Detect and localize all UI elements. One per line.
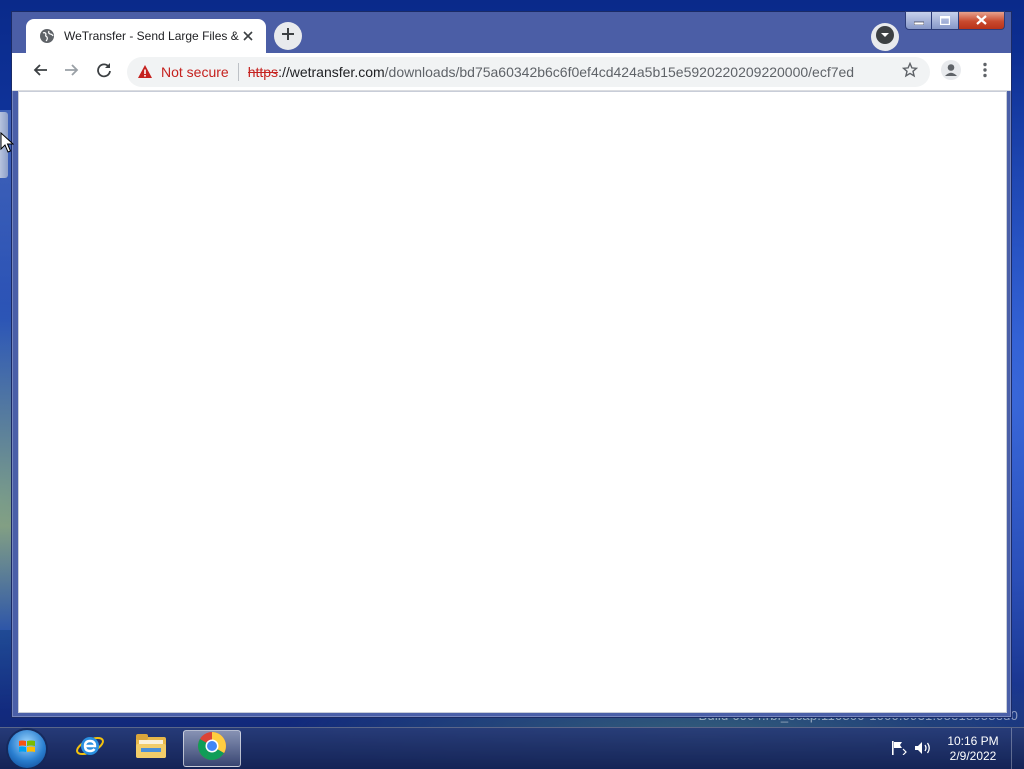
taskbar-internet-explorer[interactable] xyxy=(61,730,119,767)
omnibox-divider xyxy=(237,63,239,81)
mouse-cursor-icon xyxy=(0,132,14,153)
back-button[interactable] xyxy=(26,58,54,86)
warning-icon[interactable] xyxy=(137,64,153,80)
system-clock[interactable]: 10:16 PM 2/9/2022 xyxy=(940,734,1006,764)
account-icon xyxy=(940,59,962,86)
show-desktop-button[interactable] xyxy=(1011,728,1024,769)
url-text[interactable]: https://wetransfer.com/downloads/bd75a60… xyxy=(248,64,930,80)
minimize-icon xyxy=(913,12,924,30)
taskbar-windows-explorer[interactable] xyxy=(122,730,180,767)
security-status-label[interactable]: Not secure xyxy=(161,64,229,80)
window-close-icon xyxy=(976,12,987,30)
window-caption-buttons xyxy=(905,11,1005,31)
tab-title: WeTransfer - Send Large Files & xyxy=(64,29,239,43)
page-content[interactable] xyxy=(18,91,1007,713)
forward-button[interactable] xyxy=(58,58,86,86)
clock-date: 2/9/2022 xyxy=(949,749,997,763)
back-arrow-icon xyxy=(32,62,48,83)
reload-button[interactable] xyxy=(90,58,118,86)
windows-logo-icon xyxy=(17,737,37,762)
address-bar[interactable]: Not secure https://wetransfer.com/downlo… xyxy=(127,57,930,87)
tab-search-button[interactable] xyxy=(871,23,899,51)
start-button[interactable] xyxy=(8,730,46,768)
url-path: /downloads/bd75a60342b6c6f0ef4cd424a5b15… xyxy=(384,64,855,80)
globe-icon xyxy=(39,28,55,44)
new-tab-button[interactable] xyxy=(274,22,302,50)
clock-time: 10:16 PM xyxy=(947,734,999,748)
ie-icon xyxy=(75,731,105,766)
taskbar: 10:16 PM 2/9/2022 xyxy=(0,727,1024,769)
url-scheme: https xyxy=(247,64,279,80)
browser-toolbar: Not secure https://wetransfer.com/downlo… xyxy=(12,53,1011,91)
star-icon xyxy=(901,61,919,83)
chrome-icon xyxy=(197,731,227,766)
kebab-menu-icon xyxy=(983,62,987,83)
forward-arrow-icon xyxy=(64,62,80,83)
url-host: ://wetransfer.com xyxy=(278,64,385,80)
plus-icon xyxy=(281,27,295,46)
maximize-button[interactable] xyxy=(932,11,959,30)
maximize-icon xyxy=(939,12,951,30)
speaker-icon[interactable] xyxy=(914,740,932,756)
window-close-button[interactable] xyxy=(959,11,1005,30)
reload-icon xyxy=(96,62,112,83)
tab-strip: WeTransfer - Send Large Files & xyxy=(12,11,1011,53)
close-icon[interactable] xyxy=(240,28,256,44)
taskbar-google-chrome[interactable] xyxy=(183,730,241,767)
browser-window: WeTransfer - Send Large Files & Not secu… xyxy=(11,11,1012,718)
browser-menu-button[interactable] xyxy=(972,59,998,85)
bookmark-button[interactable] xyxy=(898,60,922,84)
minimize-button[interactable] xyxy=(905,11,932,30)
chevron-down-icon xyxy=(875,25,895,50)
tab-wetransfer[interactable]: WeTransfer - Send Large Files & xyxy=(26,19,266,53)
action-center-flag-icon[interactable] xyxy=(890,740,908,756)
folder-icon xyxy=(135,732,167,765)
profile-button[interactable] xyxy=(938,59,964,85)
